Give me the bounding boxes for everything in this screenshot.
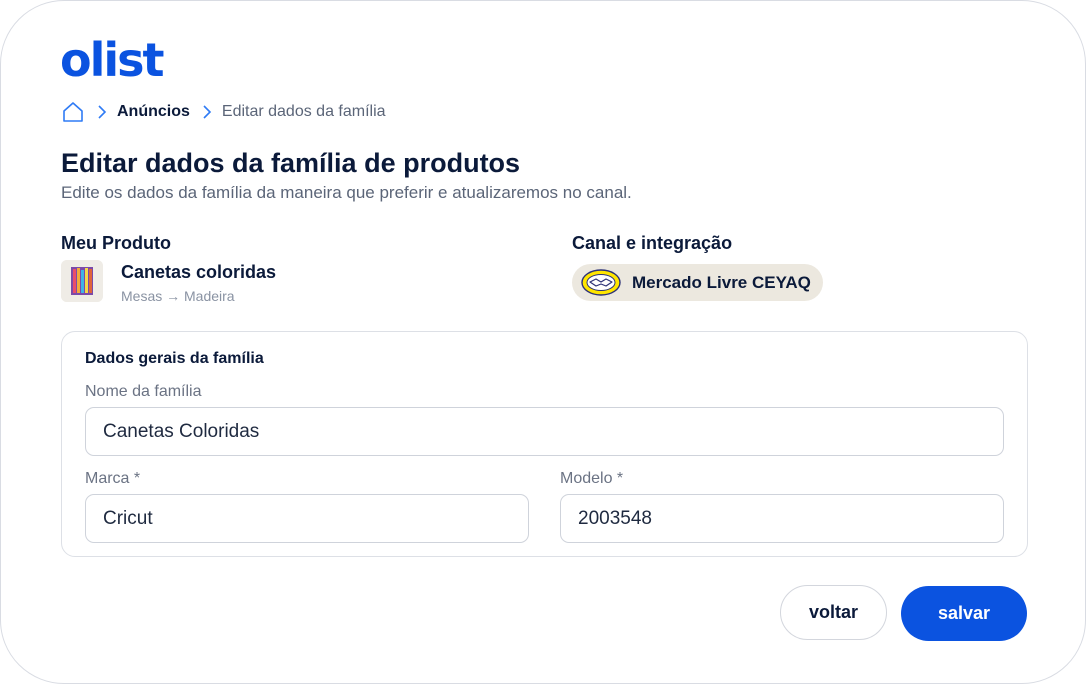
brand-input[interactable] bbox=[85, 494, 529, 543]
product-category-path: Mesas → Madeira bbox=[121, 288, 235, 304]
breadcrumb: Anúncios Editar dados da família bbox=[61, 100, 386, 124]
home-icon[interactable] bbox=[61, 100, 85, 124]
channel-badge: Mercado Livre CEYAQ bbox=[572, 264, 823, 301]
mercado-livre-handshake-icon bbox=[581, 269, 621, 296]
model-input[interactable] bbox=[560, 494, 1004, 543]
product-name: Canetas coloridas bbox=[121, 262, 277, 282]
product-section-label: Meu Produto bbox=[61, 233, 171, 253]
main-card: olist Anúncios Editar dados da família E… bbox=[0, 0, 1086, 684]
brand-label: Marca * bbox=[85, 470, 141, 487]
chevron-right-icon bbox=[202, 104, 212, 120]
logo-text: olist bbox=[60, 33, 165, 87]
panel-title: Dados gerais da família bbox=[85, 350, 264, 367]
olist-logo[interactable]: olist bbox=[60, 37, 165, 83]
save-button[interactable]: salvar bbox=[901, 586, 1027, 641]
family-name-label: Nome da família bbox=[85, 383, 202, 400]
breadcrumb-item-current: Editar dados da família bbox=[221, 103, 386, 120]
product-summary: Canetas coloridas Mesas → Madeira bbox=[61, 260, 276, 304]
page-title: Editar dados da família de produtos bbox=[61, 148, 521, 178]
page-subtitle: Edite os dados da família da maneira que… bbox=[61, 183, 632, 202]
family-name-input[interactable] bbox=[85, 407, 1004, 456]
chevron-right-icon bbox=[97, 104, 107, 120]
model-label: Modelo * bbox=[560, 470, 624, 487]
channel-name: Mercado Livre CEYAQ bbox=[632, 272, 811, 292]
channel-section-label: Canal e integração bbox=[572, 233, 733, 253]
product-thumbnail bbox=[61, 260, 103, 302]
breadcrumb-item-anuncios[interactable]: Anúncios bbox=[117, 103, 190, 121]
family-general-data-panel: Dados gerais da família Nome da família … bbox=[61, 331, 1028, 557]
back-button[interactable]: voltar bbox=[780, 585, 887, 640]
